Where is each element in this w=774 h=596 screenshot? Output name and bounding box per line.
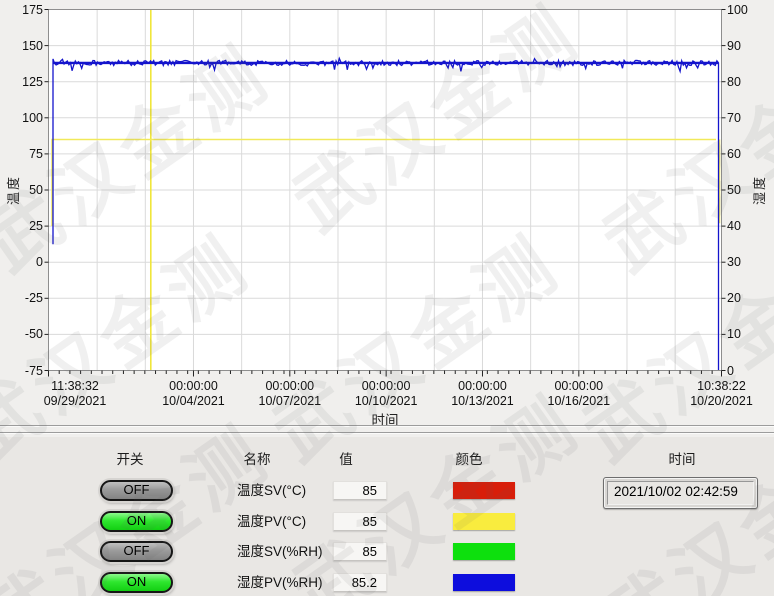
right-axis-tick-label: 40: [727, 218, 771, 234]
channel-name-hum-sv: 湿度SV(%RH): [237, 541, 323, 562]
right-axis-tick-label: 0: [727, 363, 771, 379]
right-axis-tick-label: 50: [727, 182, 771, 198]
right-axis-tick-label: 60: [727, 146, 771, 162]
left-axis-tick-label: -25: [1, 290, 43, 306]
left-axis-tick-label: -50: [1, 326, 43, 342]
right-axis-tick-label: 80: [727, 74, 771, 90]
left-axis-tick-label: 25: [1, 218, 43, 234]
left-axis-tick-label: 175: [1, 2, 43, 18]
right-axis-tick-label: 10: [727, 326, 771, 342]
right-axis-tick-label: 20: [727, 290, 771, 306]
header-time: 时间: [669, 448, 696, 468]
app-window: 温度 湿度 时间 1751501251007550250-25-50-75100…: [0, 0, 774, 596]
left-axis-tick-label: -75: [1, 363, 43, 379]
color-swatch-hum-sv: [453, 543, 515, 560]
toggle-button-temp-pv[interactable]: ON: [100, 511, 173, 532]
left-axis-tick-label: 100: [1, 110, 43, 126]
header-value: 值: [339, 448, 353, 468]
toggle-button-hum-pv[interactable]: ON: [100, 572, 173, 593]
left-axis-tick-label: 150: [1, 38, 43, 54]
left-axis-tick-label: 0: [1, 254, 43, 270]
left-axis-tick-label: 50: [1, 182, 43, 198]
right-axis-tick-label: 70: [727, 110, 771, 126]
control-panel: 开关 名称 值 颜色 时间 OFF 温度SV(°C) 85 ON 温度PV(°C) 85 O…: [0, 437, 774, 596]
value-display-temp-pv: 85: [333, 512, 387, 531]
value-display-temp-sv: 85: [333, 481, 387, 500]
x-axis-tick-label: 10:38:2210/20/2021: [652, 379, 774, 409]
trend-chart-area: 温度 湿度 时间 1751501251007550250-25-50-75100…: [0, 0, 774, 425]
header-color: 颜色: [456, 448, 483, 468]
color-swatch-hum-pv: [453, 574, 515, 591]
x-axis-tick-label: 00:00:0010/16/2021: [509, 379, 649, 409]
trend-plot[interactable]: [0, 0, 774, 425]
color-swatch-temp-pv: [453, 513, 515, 530]
left-axis-tick-label: 125: [1, 74, 43, 90]
channel-name-temp-pv: 温度PV(°C): [237, 511, 306, 532]
cursor-time-display[interactable]: 2021/10/02 02:42:59: [603, 477, 758, 509]
header-switch: 开关: [117, 448, 144, 468]
toggle-button-hum-sv[interactable]: OFF: [100, 541, 173, 562]
right-axis-tick-label: 100: [727, 2, 771, 18]
channel-name-temp-sv: 温度SV(°C): [237, 480, 306, 501]
value-display-hum-sv: 85: [333, 542, 387, 561]
right-axis-tick-label: 90: [727, 38, 771, 54]
channel-name-hum-pv: 湿度PV(%RH): [237, 572, 323, 593]
right-axis-tick-label: 30: [727, 254, 771, 270]
header-name: 名称: [244, 448, 271, 468]
color-swatch-temp-sv: [453, 482, 515, 499]
left-axis-tick-label: 75: [1, 146, 43, 162]
toggle-button-temp-sv[interactable]: OFF: [100, 480, 173, 501]
cursor-time-value: 2021/10/02 02:42:59: [607, 481, 754, 505]
value-display-hum-pv: 85.2: [333, 573, 387, 592]
